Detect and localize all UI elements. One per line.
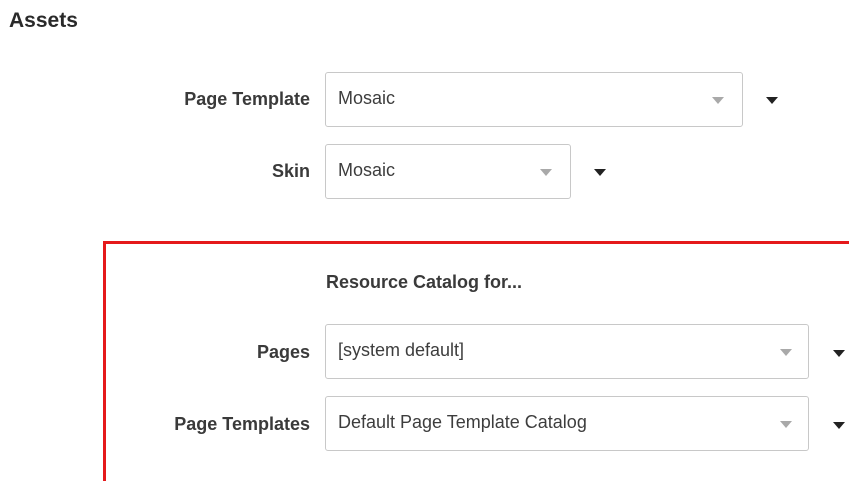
page-template-value: Mosaic xyxy=(338,88,396,108)
pages-select[interactable]: [system default] xyxy=(325,324,809,379)
page-templates-select[interactable]: Default Page Template Catalog xyxy=(325,396,809,451)
page-templates-value: Default Page Template Catalog xyxy=(338,412,587,432)
page-template-menu-chevron-down-icon[interactable] xyxy=(766,97,778,104)
caret-down-icon xyxy=(712,97,724,104)
page-templates-menu-chevron-down-icon[interactable] xyxy=(833,422,845,429)
skin-select[interactable]: Mosaic xyxy=(325,144,571,199)
caret-down-icon xyxy=(540,169,552,176)
page-templates-label: Page Templates xyxy=(174,414,310,434)
pages-value: [system default] xyxy=(338,340,465,360)
caret-down-icon xyxy=(780,349,792,356)
page-template-label: Page Template xyxy=(184,89,310,109)
section-title: Assets xyxy=(9,9,78,32)
skin-label: Skin xyxy=(271,161,310,181)
skin-value: Mosaic xyxy=(338,160,396,180)
skin-menu-chevron-down-icon[interactable] xyxy=(594,169,606,176)
pages-label: Pages xyxy=(256,342,310,362)
page-template-select[interactable]: Mosaic xyxy=(325,72,743,127)
resource-catalog-heading: Resource Catalog for... xyxy=(326,272,523,292)
caret-down-icon xyxy=(780,421,792,428)
pages-menu-chevron-down-icon[interactable] xyxy=(833,350,845,357)
